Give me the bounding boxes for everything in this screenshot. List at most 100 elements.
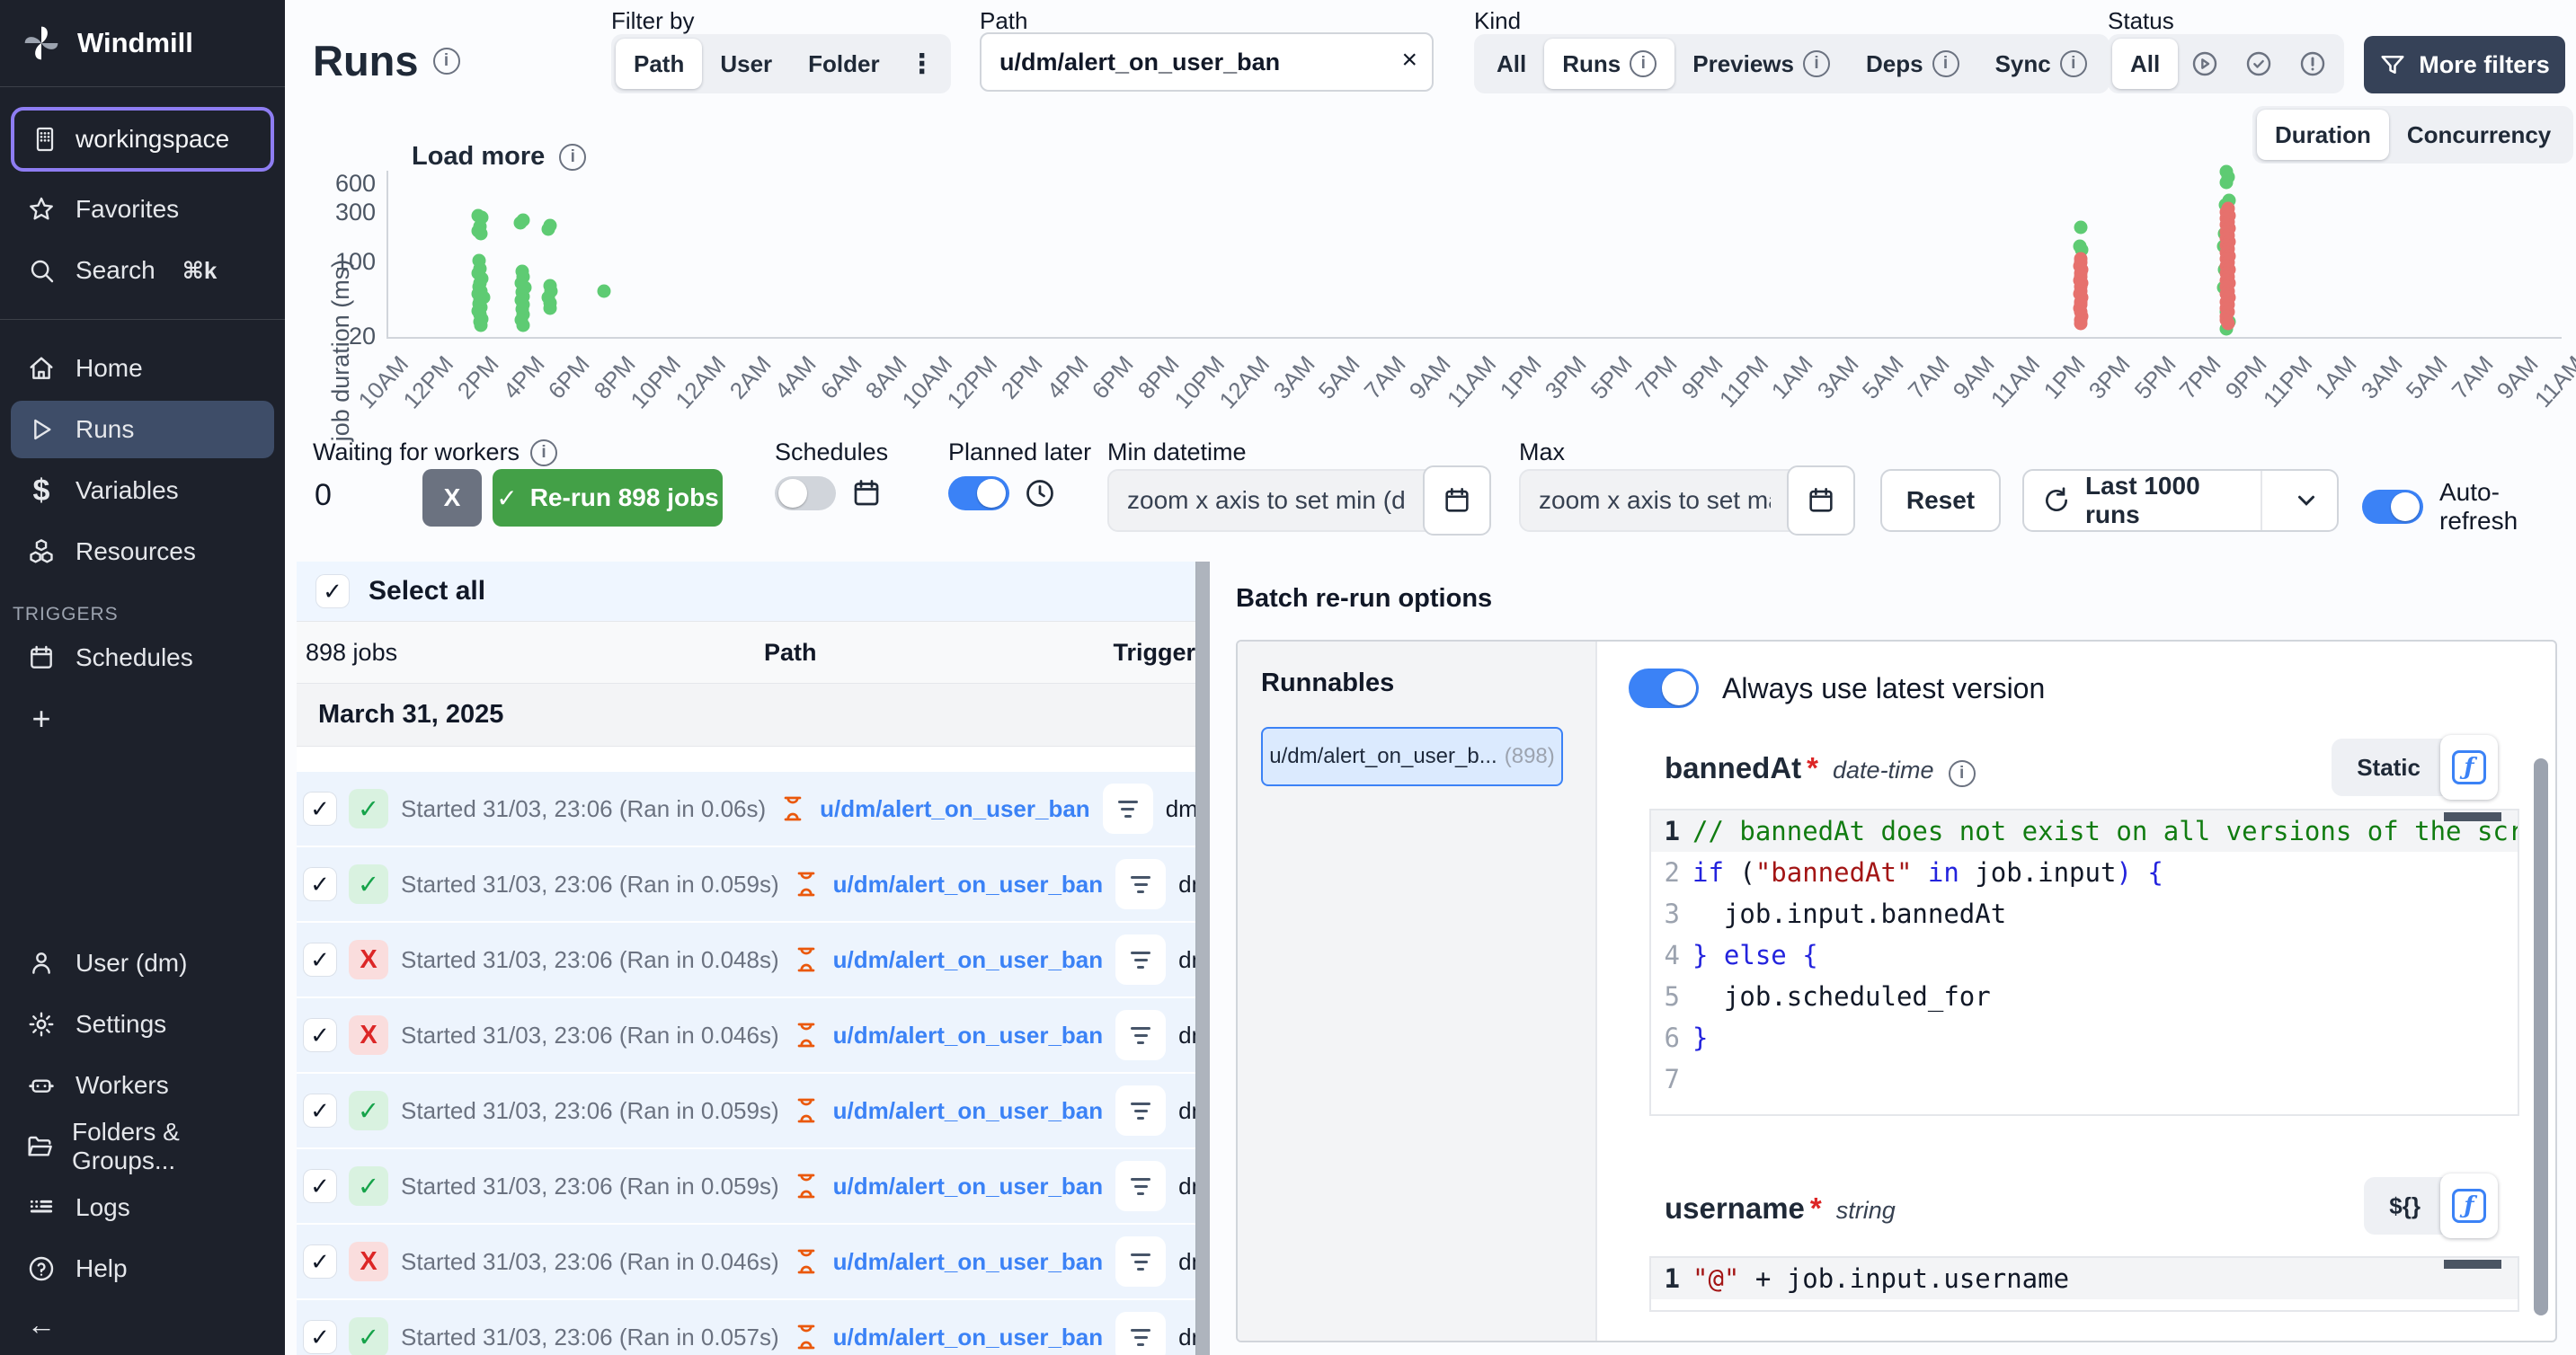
- clear-path-icon[interactable]: ×: [1401, 45, 1417, 75]
- sidebar-item-favorites[interactable]: Favorites: [11, 181, 274, 238]
- batch-panel-scrollbar[interactable]: [2534, 758, 2548, 1315]
- view-args-button[interactable]: [1115, 859, 1166, 909]
- collapse-sidebar-button[interactable]: ←: [11, 1301, 274, 1348]
- max-calendar-button[interactable]: [1787, 465, 1855, 536]
- path-filter-input[interactable]: [980, 32, 1434, 92]
- sidebar-item-resources[interactable]: Resources: [11, 523, 274, 580]
- run-path-link[interactable]: u/dm/alert_on_user_ban: [833, 946, 1104, 974]
- reset-button[interactable]: Reset: [1880, 469, 2001, 532]
- info-icon[interactable]: i: [1932, 50, 1959, 77]
- app-logo[interactable]: Windmill: [0, 0, 285, 86]
- row-checkbox[interactable]: ✓: [304, 868, 336, 900]
- scatter-plot[interactable]: [386, 151, 2562, 337]
- username-template-option[interactable]: ${}: [2369, 1192, 2440, 1220]
- run-path-link[interactable]: u/dm/alert_on_user_ban: [820, 795, 1090, 823]
- run-path-link[interactable]: u/dm/alert_on_user_ban: [833, 1022, 1104, 1049]
- editor-hscrollbar[interactable]: [2444, 812, 2501, 821]
- auto-refresh-group: Auto-refresh: [2362, 478, 2576, 536]
- run-row[interactable]: ✓ X Started 31/03, 23:06 (Ran in 0.048s)…: [297, 923, 1195, 998]
- kind-option-sync[interactable]: Synci: [1977, 39, 2105, 89]
- rerun-jobs-button[interactable]: ✓ Re-run 898 jobs: [493, 469, 723, 527]
- run-row[interactable]: ✓ ✓ Started 31/03, 23:06 (Ran in 0.057s)…: [297, 1300, 1195, 1355]
- add-trigger-button[interactable]: +: [11, 690, 274, 748]
- runnable-chip[interactable]: u/dm/alert_on_user_b... (898): [1261, 727, 1563, 786]
- run-path-link[interactable]: u/dm/alert_on_user_ban: [833, 1097, 1104, 1125]
- editor-hscrollbar[interactable]: [2444, 1260, 2501, 1269]
- kind-option-deps[interactable]: Depsi: [1848, 39, 1977, 89]
- batch-rerun-card: Runnables u/dm/alert_on_user_b... (898) …: [1236, 640, 2557, 1342]
- row-checkbox[interactable]: ✓: [304, 1094, 336, 1127]
- filter-by-option-path[interactable]: Path: [616, 39, 702, 89]
- run-path-link[interactable]: u/dm/alert_on_user_ban: [833, 1324, 1104, 1351]
- status-option-alert-circle-icon[interactable]: [2286, 39, 2340, 89]
- sidebar-item-user-dm[interactable]: User (dm): [11, 934, 274, 992]
- filter-by-option-folder[interactable]: Folder: [790, 39, 897, 89]
- cancel-selection-button[interactable]: X: [422, 469, 482, 527]
- status-option-play-circle-icon[interactable]: [2178, 39, 2232, 89]
- latest-version-toggle[interactable]: [1629, 669, 1699, 708]
- min-calendar-button[interactable]: [1423, 465, 1491, 536]
- filter-by-more-button[interactable]: ⋮: [898, 39, 946, 89]
- run-row[interactable]: ✓ ✓ Started 31/03, 23:06 (Ran in 0.059s)…: [297, 1149, 1195, 1225]
- filter-by-option-user[interactable]: User: [702, 39, 790, 89]
- bannedat-static-option[interactable]: Static: [2337, 754, 2440, 782]
- runs-list-scrollbar[interactable]: [1195, 562, 1210, 1355]
- planned-later-toggle[interactable]: [948, 476, 1009, 510]
- view-args-button[interactable]: [1115, 1085, 1166, 1136]
- kind-option-runs[interactable]: Runsi: [1544, 39, 1674, 89]
- view-args-button[interactable]: [1115, 934, 1166, 985]
- sidebar-item-schedules[interactable]: Schedules: [11, 629, 274, 686]
- username-code-editor[interactable]: 1"@" + job.input.username: [1649, 1256, 2519, 1312]
- info-icon[interactable]: i: [1949, 760, 1976, 787]
- run-path-link[interactable]: u/dm/alert_on_user_ban: [833, 1248, 1104, 1276]
- kind-option-previews[interactable]: Previewsi: [1674, 39, 1848, 89]
- sidebar-item-logs[interactable]: Logs: [11, 1179, 274, 1236]
- row-checkbox[interactable]: ✓: [304, 1245, 336, 1278]
- username-mode-control: ${} ƒ: [2364, 1177, 2496, 1235]
- more-filters-button[interactable]: More filters: [2364, 36, 2565, 93]
- bannedat-javascript-option[interactable]: ƒ: [2440, 735, 2498, 800]
- sidebar-item-workers[interactable]: Workers: [11, 1057, 274, 1114]
- status-option-check-circle-icon[interactable]: [2232, 39, 2286, 89]
- run-path-link[interactable]: u/dm/alert_on_user_ban: [833, 1173, 1104, 1200]
- info-icon[interactable]: i: [530, 439, 557, 466]
- run-row[interactable]: ✓ X Started 31/03, 23:06 (Ran in 0.046s)…: [297, 1225, 1195, 1300]
- status-option-all[interactable]: All: [2112, 39, 2178, 89]
- view-args-button[interactable]: [1115, 1236, 1166, 1287]
- info-icon[interactable]: i: [433, 48, 460, 75]
- row-checkbox[interactable]: ✓: [304, 793, 336, 825]
- view-args-button[interactable]: [1115, 1010, 1166, 1060]
- range-chevron-button[interactable]: [2277, 471, 2337, 530]
- runnables-label: Runnables: [1261, 669, 1572, 698]
- refresh-runs-button[interactable]: Last 1000 runs: [2024, 471, 2262, 530]
- info-icon[interactable]: i: [1630, 50, 1657, 77]
- sidebar-item-variables[interactable]: $ Variables: [11, 462, 274, 519]
- row-checkbox[interactable]: ✓: [304, 943, 336, 976]
- run-row[interactable]: ✓ ✓ Started 31/03, 23:06 (Ran in 0.06s) …: [297, 772, 1195, 847]
- sidebar-item-search[interactable]: Search ⌘k: [11, 242, 274, 299]
- sidebar-item-home[interactable]: Home: [11, 340, 274, 397]
- kind-option-all[interactable]: All: [1479, 39, 1544, 89]
- run-row[interactable]: ✓ X Started 31/03, 23:06 (Ran in 0.046s)…: [297, 998, 1195, 1074]
- bannedat-code-editor[interactable]: 1// bannedAt does not exist on all versi…: [1649, 809, 2519, 1116]
- info-icon[interactable]: i: [1803, 50, 1830, 77]
- run-row[interactable]: ✓ ✓ Started 31/03, 23:06 (Ran in 0.059s)…: [297, 847, 1195, 923]
- view-args-button[interactable]: [1103, 784, 1153, 834]
- sidebar-item-settings[interactable]: Settings: [11, 996, 274, 1053]
- schedules-toggle[interactable]: [775, 476, 836, 510]
- auto-refresh-toggle[interactable]: [2362, 490, 2423, 524]
- select-all-checkbox[interactable]: ✓: [316, 575, 349, 607]
- info-icon[interactable]: i: [2060, 50, 2087, 77]
- sidebar-item-help[interactable]: Help: [11, 1240, 274, 1297]
- run-path-link[interactable]: u/dm/alert_on_user_ban: [833, 871, 1104, 899]
- sidebar-item-runs[interactable]: Runs: [11, 401, 274, 458]
- row-checkbox[interactable]: ✓: [304, 1019, 336, 1051]
- sidebar-item-folders-groups[interactable]: Folders & Groups...: [11, 1118, 274, 1175]
- view-args-button[interactable]: [1115, 1312, 1166, 1355]
- run-row[interactable]: ✓ ✓ Started 31/03, 23:06 (Ran in 0.059s)…: [297, 1074, 1195, 1149]
- view-args-button[interactable]: [1115, 1161, 1166, 1211]
- row-checkbox[interactable]: ✓: [304, 1321, 336, 1353]
- workspace-switcher[interactable]: workingspace: [11, 107, 274, 172]
- username-javascript-option[interactable]: ƒ: [2440, 1173, 2498, 1238]
- row-checkbox[interactable]: ✓: [304, 1170, 336, 1202]
